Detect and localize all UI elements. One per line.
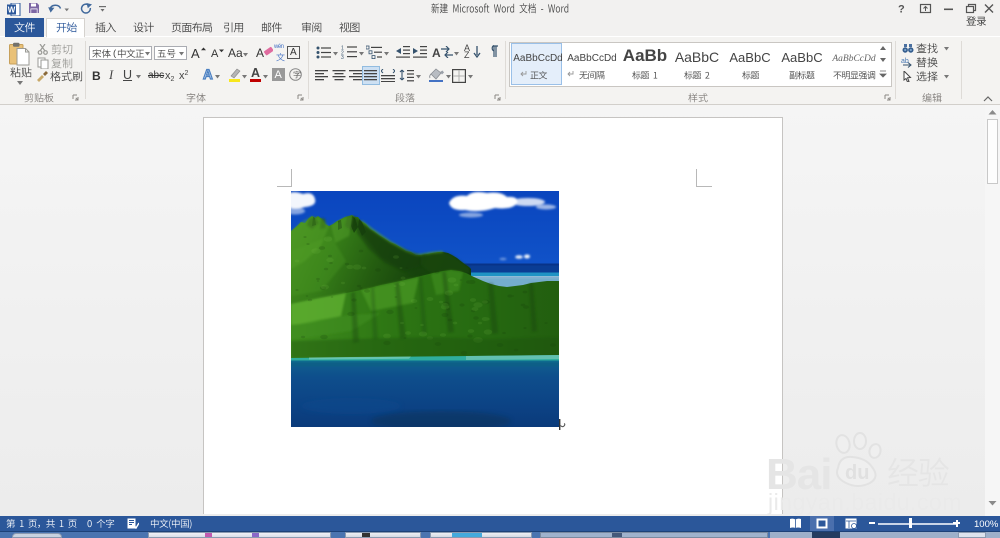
svg-text:W: W <box>8 6 16 15</box>
svg-text:du: du <box>845 462 869 484</box>
svg-text:?: ? <box>898 4 905 16</box>
svg-text:ab: ab <box>901 58 909 65</box>
svg-text:3: 3 <box>341 55 344 59</box>
